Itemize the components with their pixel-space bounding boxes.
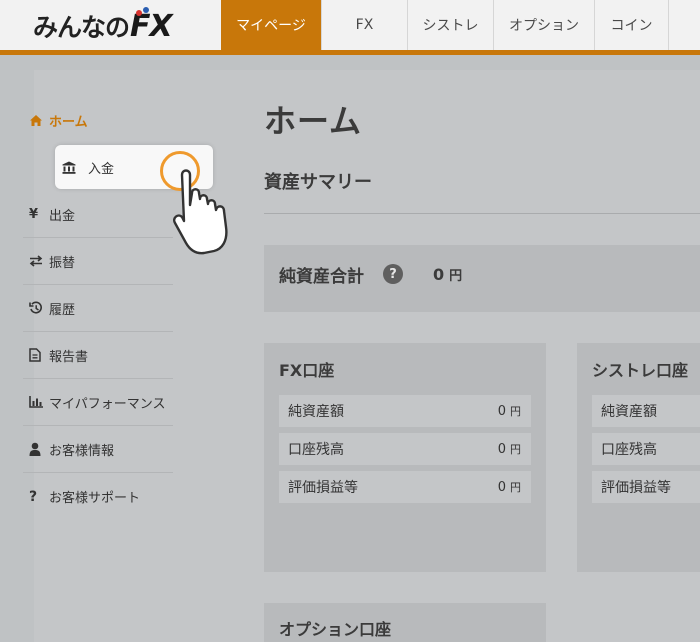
- sidebar-item-label: お客様情報: [49, 443, 115, 459]
- systre-account-title: シストレ口座: [592, 361, 689, 380]
- nav-option[interactable]: オプション: [494, 0, 595, 50]
- nav-systre[interactable]: シストレ: [408, 0, 494, 50]
- transfer-icon: [23, 255, 49, 267]
- net-assets-label: 純資産合計: [279, 267, 364, 287]
- header-underline: [0, 50, 700, 55]
- nav-coin[interactable]: コイン: [595, 0, 669, 50]
- document-icon: [23, 348, 49, 362]
- sidebar-item-label: ホーム: [49, 115, 88, 130]
- sidebar-item-label: お客様サポート: [49, 491, 141, 506]
- sidebar-item-reports[interactable]: 報告書: [23, 332, 173, 379]
- header: みんなの FX マイページ FX シストレ オプション コイン: [0, 0, 700, 50]
- sidebar-item-label: 入金: [88, 161, 115, 177]
- home-icon: [23, 114, 49, 127]
- fx-row-balance: 口座残高 0円: [279, 433, 531, 465]
- net-assets-value: 0円: [433, 265, 463, 284]
- sidebar-item-withdraw[interactable]: ¥ 出金: [23, 191, 173, 238]
- sidebar-item-label: 履歴: [49, 302, 76, 318]
- systre-row-balance: 口座残高: [592, 433, 700, 465]
- history-icon: [23, 301, 49, 315]
- question-icon: ?: [29, 488, 38, 505]
- fx-row-pnl: 評価損益等 0円: [279, 471, 531, 503]
- sidebar-item-label: 出金: [49, 208, 76, 224]
- sidebar-item-label: マイパフォーマンス: [49, 396, 166, 412]
- summary-title: 資産サマリー: [264, 172, 372, 193]
- sidebar-item-performance[interactable]: マイパフォーマンス: [23, 379, 173, 426]
- user-icon: [23, 442, 49, 456]
- sidebar-item-home[interactable]: ホーム: [23, 97, 173, 144]
- fx-account-title: FX口座: [279, 361, 335, 380]
- sidebar-item-transfer[interactable]: 振替: [23, 238, 173, 285]
- fx-row-net-assets: 純資産額 0円: [279, 395, 531, 427]
- nav-mypage[interactable]: マイページ: [221, 0, 322, 50]
- systre-row-net-assets: 純資産額: [592, 395, 700, 427]
- systre-row-pnl: 評価損益等: [592, 471, 700, 503]
- page-title: ホーム: [264, 102, 363, 140]
- divider: [264, 213, 700, 214]
- logo-kana: みんなの: [33, 13, 130, 42]
- sidebar-item-history[interactable]: 履歴: [23, 285, 173, 332]
- sidebar-item-label: 報告書: [49, 349, 89, 365]
- bank-icon: [62, 161, 88, 174]
- option-account-title: オプション口座: [279, 620, 392, 639]
- sidebar-item-support[interactable]: ? お客様サポート: [23, 473, 173, 520]
- top-nav: マイページ FX シストレ オプション コイン: [221, 0, 669, 50]
- logo[interactable]: みんなの FX: [33, 7, 173, 44]
- yen-icon: ¥: [29, 206, 39, 222]
- hand-pointer-icon: [173, 169, 228, 255]
- chart-icon: [23, 396, 49, 408]
- nav-fx[interactable]: FX: [322, 0, 408, 50]
- sidebar-item-label: 振替: [49, 255, 76, 271]
- logo-dots-icon: [136, 7, 156, 17]
- help-icon[interactable]: ?: [383, 264, 403, 284]
- sidebar-item-customer-info[interactable]: お客様情報: [23, 426, 173, 473]
